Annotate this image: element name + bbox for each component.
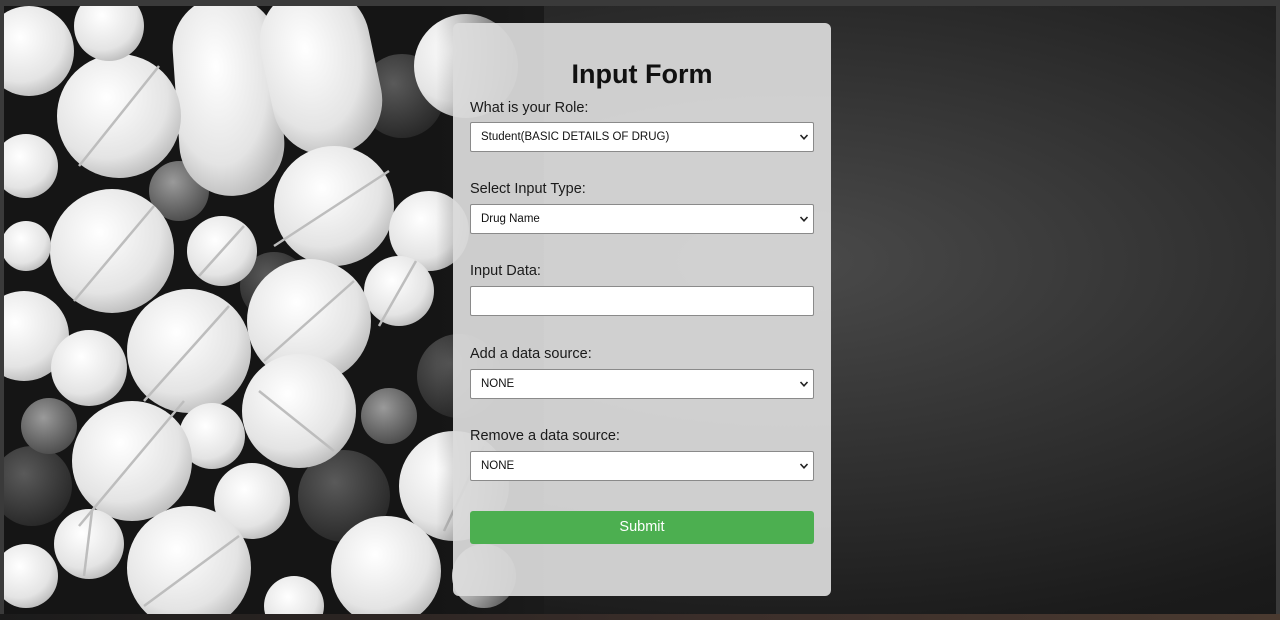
remove-source-label: Remove a data source: bbox=[470, 428, 620, 444]
form-title: Input Form bbox=[571, 59, 713, 89]
input-data-label: Input Data: bbox=[470, 263, 541, 279]
add-source-selected-value: NONE bbox=[481, 378, 515, 390]
remove-source-select[interactable]: NONE bbox=[470, 451, 814, 481]
chevron-down-icon bbox=[799, 381, 809, 387]
remove-source-selected-value: NONE bbox=[481, 460, 515, 472]
chevron-down-icon bbox=[799, 216, 809, 222]
add-source-label: Add a data source: bbox=[470, 346, 592, 362]
chevron-down-icon bbox=[799, 134, 809, 140]
chevron-down-icon bbox=[799, 463, 809, 469]
submit-button[interactable]: Submit bbox=[470, 511, 814, 544]
role-label: What is your Role: bbox=[470, 100, 589, 116]
input-data-field[interactable] bbox=[470, 286, 814, 316]
role-select[interactable]: Student(BASIC DETAILS OF DRUG) bbox=[470, 122, 814, 152]
page-viewport: Input Form What is your Role: Student(BA… bbox=[4, 6, 1276, 614]
bottom-edge bbox=[0, 614, 1280, 620]
input-type-label: Select Input Type: bbox=[470, 181, 586, 197]
role-selected-value: Student(BASIC DETAILS OF DRUG) bbox=[481, 131, 670, 143]
input-form-card: Input Form What is your Role: Student(BA… bbox=[453, 23, 831, 596]
browser-window: Input Form What is your Role: Student(BA… bbox=[0, 0, 1280, 620]
add-source-select[interactable]: NONE bbox=[470, 369, 814, 399]
input-type-selected-value: Drug Name bbox=[481, 213, 540, 225]
input-type-select[interactable]: Drug Name bbox=[470, 204, 814, 234]
